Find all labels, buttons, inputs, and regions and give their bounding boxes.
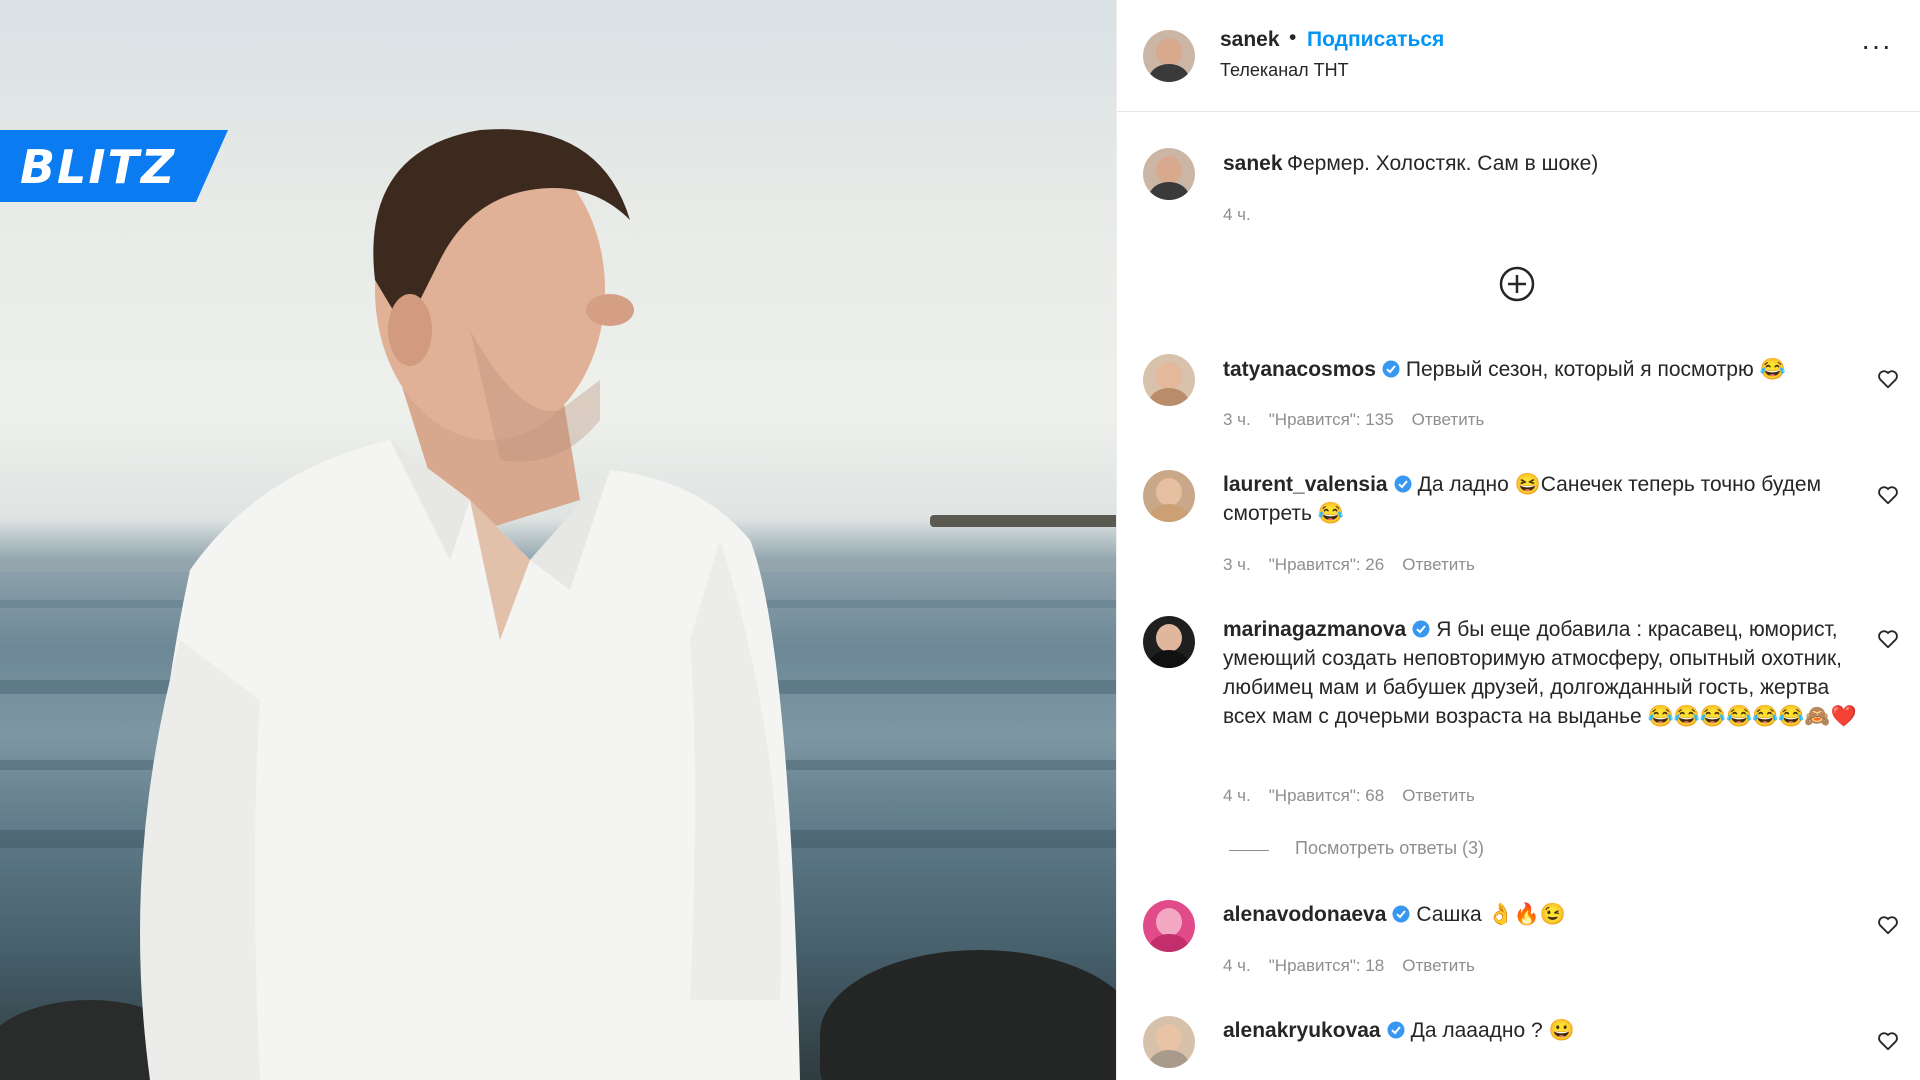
comment-likes[interactable]: "Нравится": 135 (1269, 410, 1394, 429)
post-photo: BLITZ (0, 0, 1116, 1080)
heart-icon[interactable] (1877, 1030, 1899, 1052)
comment-text: Первый сезон, который я посмотрю 😂 (1405, 358, 1786, 381)
caption-timestamp[interactable]: 4 ч. (1223, 205, 1251, 225)
post-location[interactable]: Телеканал ТНТ (1220, 60, 1349, 81)
view-replies-button[interactable]: Посмотреть ответы (3) (1295, 838, 1484, 859)
ellipsis-icon[interactable]: ··· (1861, 32, 1892, 60)
heart-icon[interactable] (1877, 484, 1899, 506)
heart-icon[interactable] (1877, 368, 1899, 390)
avatar[interactable] (1143, 30, 1195, 82)
view-replies-divider (1229, 850, 1269, 851)
comment-meta: 3 ч. "Нравится": 26 Ответить (1223, 555, 1493, 575)
comment-time[interactable]: 3 ч. (1223, 410, 1251, 429)
reply-button[interactable]: Ответить (1412, 410, 1485, 429)
post-author-username[interactable]: sanek (1220, 28, 1280, 52)
reply-button[interactable]: Ответить (1402, 956, 1475, 975)
commenter-username[interactable]: alenavodonaeva (1223, 903, 1386, 926)
heart-icon[interactable] (1877, 914, 1899, 936)
comment-text-line: laurent_valensia Да ладно 😆Санечек теперь… (1223, 470, 1863, 528)
reply-button[interactable]: Ответить (1402, 555, 1475, 574)
blitz-watermark: BLITZ (0, 130, 228, 202)
comment-likes[interactable]: "Нравится": 18 (1269, 956, 1384, 975)
comment-time[interactable]: 3 ч. (1223, 555, 1251, 574)
commenter-avatar[interactable] (1143, 1016, 1195, 1068)
heart-icon[interactable] (1877, 628, 1899, 650)
comment-meta: 4 ч. "Нравится": 18 Ответить (1223, 956, 1493, 976)
reply-button[interactable]: Ответить (1402, 786, 1475, 805)
comment-text-line: alenavodonaeva Сашка 👌🔥😉 (1223, 900, 1920, 929)
commenter-avatar[interactable] (1143, 900, 1195, 952)
verified-badge-icon (1387, 1021, 1405, 1039)
comment-meta: 3 ч. "Нравится": 135 Ответить (1223, 410, 1502, 430)
caption-avatar[interactable] (1143, 148, 1195, 200)
comment-text: Да лааадно ? 😀 (1410, 1019, 1575, 1042)
blitz-logo-text: BLITZ (20, 140, 177, 194)
caption-text: Фермер. Холостяк. Сам в шоке) (1287, 152, 1599, 175)
comments-panel: sanek • Подписаться Телеканал ТНТ ··· sa… (1116, 0, 1920, 1080)
comment-text-line: alenakryukovaa Да лааадно ? 😀 (1223, 1016, 1920, 1045)
comment-meta: 4 ч. "Нравится": 68 Ответить (1223, 786, 1493, 806)
commenter-avatar[interactable] (1143, 470, 1195, 522)
commenter-username[interactable]: alenakryukovaa (1223, 1019, 1381, 1042)
comment-time[interactable]: 4 ч. (1223, 956, 1251, 975)
comment-text: Сашка 👌🔥😉 (1416, 903, 1566, 926)
commenter-username[interactable]: tatyanacosmos (1223, 358, 1376, 381)
comment-text-line: tatyanacosmos Первый сезон, который я пос… (1223, 355, 1920, 384)
commenter-avatar[interactable] (1143, 616, 1195, 668)
comment-time[interactable]: 4 ч. (1223, 786, 1251, 805)
comment-likes[interactable]: "Нравится": 68 (1269, 786, 1384, 805)
separator-dot: • (1289, 26, 1297, 49)
commenter-avatar[interactable] (1143, 354, 1195, 406)
comment-text-line: marinagazmanova Я бы еще добавила : краса… (1223, 615, 1863, 731)
post-header: sanek • Подписаться Телеканал ТНТ ··· (1117, 0, 1920, 112)
commenter-username[interactable]: marinagazmanova (1223, 618, 1406, 641)
comment-likes[interactable]: "Нравится": 26 (1269, 555, 1384, 574)
verified-badge-icon (1392, 905, 1410, 923)
commenter-username[interactable]: laurent_valensia (1223, 473, 1388, 496)
follow-button[interactable]: Подписаться (1307, 28, 1444, 52)
caption-username[interactable]: sanek (1223, 152, 1283, 176)
verified-badge-icon (1394, 475, 1412, 493)
verified-badge-icon (1382, 360, 1400, 378)
verified-badge-icon (1412, 620, 1430, 638)
load-more-comments-icon[interactable] (1499, 266, 1535, 302)
